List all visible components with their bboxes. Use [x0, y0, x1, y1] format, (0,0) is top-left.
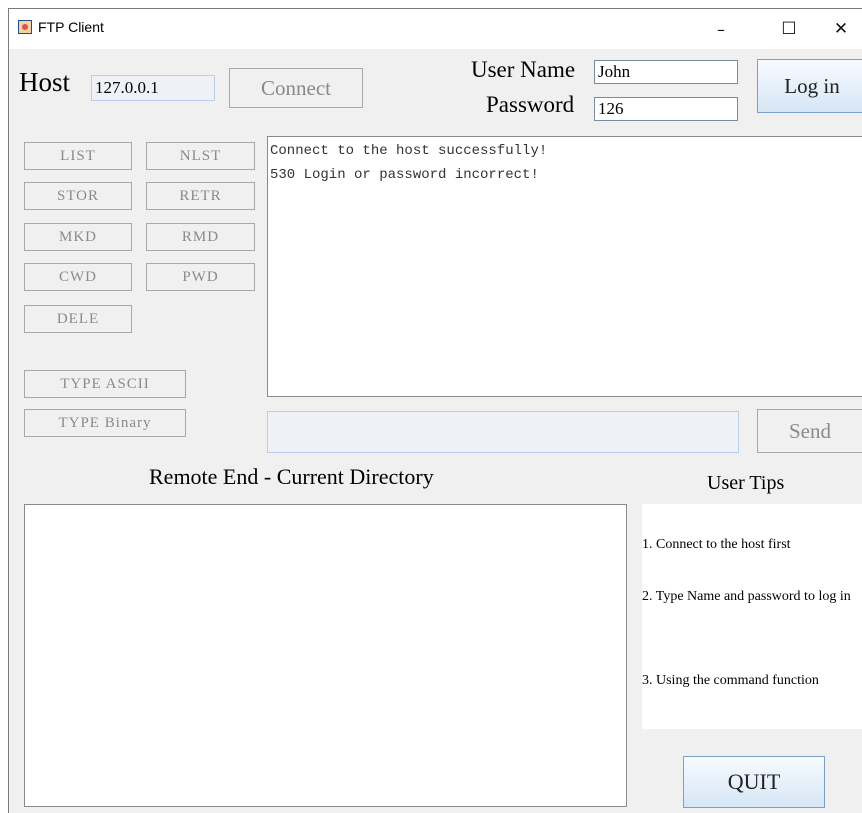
username-label: User Name	[471, 57, 576, 82]
log-output: Connect to the host successfully! 530 Lo…	[267, 136, 862, 397]
rmd-button[interactable]: RMD	[146, 223, 255, 251]
title-bar: FTP Client – ☐ ✕	[9, 9, 862, 49]
type-binary-button[interactable]: TYPE Binary	[24, 409, 186, 437]
quit-button[interactable]: QUIT	[683, 756, 825, 808]
mkd-button[interactable]: MKD	[24, 223, 132, 251]
send-button[interactable]: Send	[757, 409, 862, 453]
connect-button[interactable]: Connect	[229, 68, 363, 108]
cwd-button[interactable]: CWD	[24, 263, 132, 291]
nlst-button[interactable]: NLST	[146, 142, 255, 170]
user-tips-title: User Tips	[707, 472, 785, 494]
ftp-client-window: FTP Client – ☐ ✕ Host 127.0.0.1 Connect …	[8, 8, 862, 813]
host-label: Host	[19, 67, 71, 97]
dele-button[interactable]: DELE	[24, 305, 132, 333]
user-tips-panel: 1. Connect to the host first 2. Type Nam…	[642, 504, 862, 729]
username-input[interactable]: John	[594, 60, 738, 84]
password-label: Password	[486, 92, 575, 117]
login-button[interactable]: Log in	[757, 59, 862, 113]
retr-button[interactable]: RETR	[146, 182, 255, 210]
tip-3: 3. Using the command function	[642, 673, 819, 688]
password-input[interactable]: 126	[594, 97, 738, 121]
tip-2: 2. Type Name and password to log in	[642, 589, 851, 604]
host-input[interactable]: 127.0.0.1	[91, 75, 215, 101]
window-title: FTP Client	[38, 19, 104, 35]
tip-1: 1. Connect to the host first	[642, 537, 791, 552]
close-button[interactable]: ✕	[819, 13, 862, 45]
java-app-icon	[18, 20, 32, 34]
pwd-button[interactable]: PWD	[146, 263, 255, 291]
list-button[interactable]: LIST	[24, 142, 132, 170]
command-input[interactable]	[267, 411, 739, 453]
maximize-button[interactable]: ☐	[767, 13, 811, 45]
minimize-button[interactable]: –	[699, 13, 743, 45]
type-ascii-button[interactable]: TYPE ASCII	[24, 370, 186, 398]
remote-directory-list[interactable]	[24, 504, 627, 807]
stor-button[interactable]: STOR	[24, 182, 132, 210]
remote-directory-title: Remote End - Current Directory	[149, 464, 434, 489]
log-line: Connect to the host successfully!	[270, 143, 548, 159]
log-line: 530 Login or password incorrect!	[270, 167, 539, 183]
